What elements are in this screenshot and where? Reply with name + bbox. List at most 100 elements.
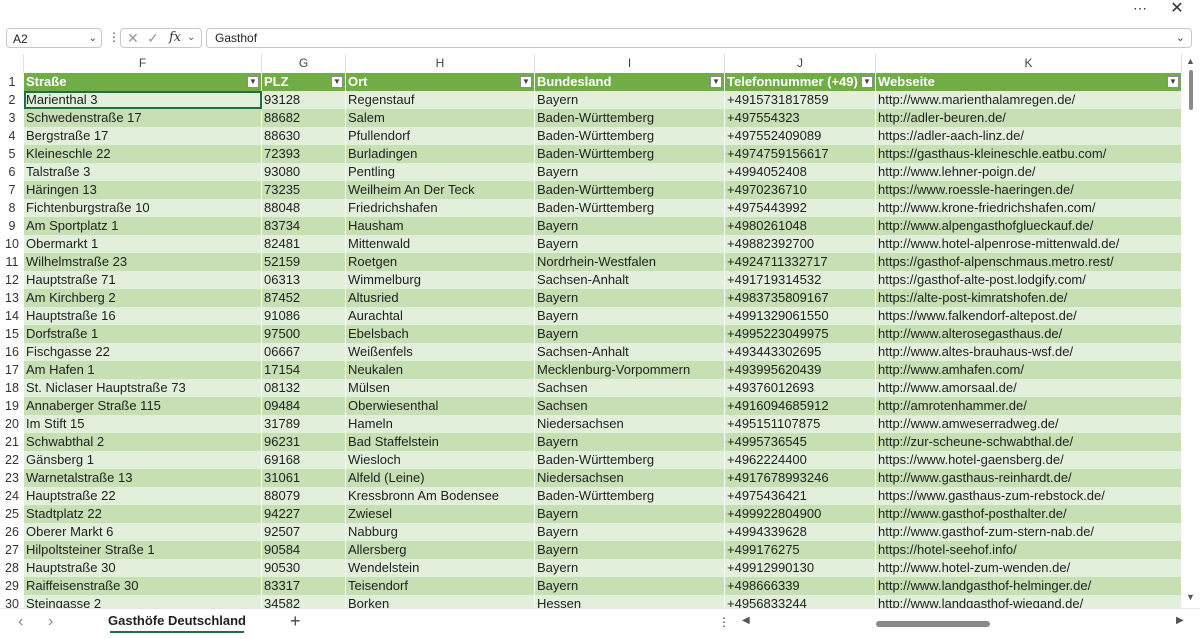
row-number[interactable]: 25 bbox=[0, 505, 24, 523]
table-cell[interactable]: Sachsen bbox=[535, 379, 725, 397]
table-cell[interactable]: Baden-Württemberg bbox=[535, 487, 725, 505]
table-cell[interactable]: Zwiesel bbox=[346, 505, 535, 523]
table-cell[interactable]: +491719314532 bbox=[725, 271, 876, 289]
table-cell[interactable]: https://adler-aach-linz.de/ bbox=[876, 127, 1182, 145]
table-cell[interactable]: Gänsberg 1 bbox=[24, 451, 262, 469]
table-cell[interactable]: Friedrichshafen bbox=[346, 199, 535, 217]
table-cell[interactable]: Oberwiesenthal bbox=[346, 397, 535, 415]
row-number[interactable]: 24 bbox=[0, 487, 24, 505]
table-cell[interactable]: Bayern bbox=[535, 91, 725, 109]
filter-dropdown-icon[interactable]: ▼ bbox=[710, 76, 722, 88]
table-cell[interactable]: Hauptstraße 22 bbox=[24, 487, 262, 505]
row-number[interactable]: 6 bbox=[0, 163, 24, 181]
table-cell[interactable]: Sachsen bbox=[535, 397, 725, 415]
table-cell[interactable]: +4995223049975 bbox=[725, 325, 876, 343]
table-cell[interactable]: http://www.lehner-poign.de/ bbox=[876, 163, 1182, 181]
row-number[interactable]: 4 bbox=[0, 127, 24, 145]
table-cell[interactable]: http://zur-scheune-schwabthal.de/ bbox=[876, 433, 1182, 451]
table-cell[interactable]: Roetgen bbox=[346, 253, 535, 271]
table-cell[interactable]: Am Kirchberg 2 bbox=[24, 289, 262, 307]
table-cell[interactable]: 69168 bbox=[262, 451, 346, 469]
table-cell[interactable]: http://www.amweserradweg.de/ bbox=[876, 415, 1182, 433]
row-number[interactable]: 8 bbox=[0, 199, 24, 217]
row-number[interactable]: 23 bbox=[0, 469, 24, 487]
table-cell[interactable]: https://www.roessle-haeringen.de/ bbox=[876, 181, 1182, 199]
table-cell[interactable]: +4991329061550 bbox=[725, 307, 876, 325]
table-cell[interactable]: +4962224400 bbox=[725, 451, 876, 469]
table-cell[interactable]: Talstraße 3 bbox=[24, 163, 262, 181]
table-cell[interactable]: 17154 bbox=[262, 361, 346, 379]
table-cell[interactable]: 90530 bbox=[262, 559, 346, 577]
table-cell[interactable]: Nabburg bbox=[346, 523, 535, 541]
table-cell[interactable]: Wilhelmstraße 23 bbox=[24, 253, 262, 271]
table-cell[interactable]: http://amrotenhammer.de/ bbox=[876, 397, 1182, 415]
table-cell[interactable]: https://gasthof-alte-post.lodgify.com/ bbox=[876, 271, 1182, 289]
column-header[interactable]: F bbox=[24, 54, 262, 73]
table-cell[interactable]: 82481 bbox=[262, 235, 346, 253]
column-header[interactable]: H bbox=[346, 54, 535, 73]
table-cell[interactable]: +493443302695 bbox=[725, 343, 876, 361]
formula-input[interactable]: Gasthof ⌄ bbox=[206, 28, 1192, 48]
table-cell[interactable]: https://www.hotel-gaensberg.de/ bbox=[876, 451, 1182, 469]
table-cell[interactable]: Weißenfels bbox=[346, 343, 535, 361]
sheet-tab-active[interactable]: Gasthöfe Deutschland bbox=[104, 609, 250, 633]
horizontal-scroll-thumb[interactable] bbox=[876, 621, 990, 627]
column-title-cell[interactable]: Ort ▼ bbox=[346, 73, 535, 91]
table-cell[interactable]: Niedersachsen bbox=[535, 415, 725, 433]
chevron-down-icon[interactable]: ⌄ bbox=[89, 29, 97, 49]
table-cell[interactable]: Weilheim An Der Teck bbox=[346, 181, 535, 199]
table-cell[interactable]: 34582 bbox=[262, 595, 346, 609]
table-cell[interactable]: Nordrhein-Westfalen bbox=[535, 253, 725, 271]
table-cell[interactable]: https://gasthaus-kleineschle.eatbu.com/ bbox=[876, 145, 1182, 163]
table-cell[interactable]: +495151107875 bbox=[725, 415, 876, 433]
chevron-right-icon[interactable]: › bbox=[48, 613, 53, 631]
add-sheet-icon[interactable]: + bbox=[290, 611, 301, 632]
table-cell[interactable]: 08132 bbox=[262, 379, 346, 397]
table-cell[interactable]: Aurachtal bbox=[346, 307, 535, 325]
vertical-scrollbar[interactable]: ▲ ▼ bbox=[1184, 56, 1198, 606]
row-number[interactable]: 28 bbox=[0, 559, 24, 577]
table-cell[interactable]: +497554323 bbox=[725, 109, 876, 127]
table-cell[interactable]: http://www.gasthaus-reinhardt.de/ bbox=[876, 469, 1182, 487]
formula-options-icon[interactable]: ⋮ bbox=[108, 30, 120, 44]
row-number[interactable]: 29 bbox=[0, 577, 24, 595]
table-cell[interactable]: http://www.landgasthof-wiegand.de/ bbox=[876, 595, 1182, 609]
table-cell[interactable]: Borken bbox=[346, 595, 535, 609]
table-cell[interactable]: 06667 bbox=[262, 343, 346, 361]
table-cell[interactable]: Dorfstraße 1 bbox=[24, 325, 262, 343]
vertical-scroll-thumb[interactable] bbox=[1189, 70, 1193, 110]
row-number[interactable]: 26 bbox=[0, 523, 24, 541]
table-cell[interactable]: Altusried bbox=[346, 289, 535, 307]
table-cell[interactable]: https://alte-post-kimratshofen.de/ bbox=[876, 289, 1182, 307]
table-cell[interactable]: +499922804900 bbox=[725, 505, 876, 523]
scroll-down-icon[interactable]: ▼ bbox=[1186, 592, 1195, 602]
table-cell[interactable]: http://www.gasthof-zum-stern-nab.de/ bbox=[876, 523, 1182, 541]
table-cell[interactable]: +4994052408 bbox=[725, 163, 876, 181]
table-cell[interactable]: 31061 bbox=[262, 469, 346, 487]
table-cell[interactable]: http://www.landgasthof-helminger.de/ bbox=[876, 577, 1182, 595]
table-cell[interactable]: https://hotel-seehof.info/ bbox=[876, 541, 1182, 559]
table-cell[interactable]: 83317 bbox=[262, 577, 346, 595]
table-cell[interactable]: Ebelsbach bbox=[346, 325, 535, 343]
table-cell[interactable]: Sachsen-Anhalt bbox=[535, 343, 725, 361]
table-cell[interactable]: Bayern bbox=[535, 577, 725, 595]
table-cell[interactable]: 93080 bbox=[262, 163, 346, 181]
table-cell[interactable]: http://www.alterosegasthaus.de/ bbox=[876, 325, 1182, 343]
table-cell[interactable]: +4924711332717 bbox=[725, 253, 876, 271]
table-cell[interactable]: Schwabthal 2 bbox=[24, 433, 262, 451]
table-cell[interactable]: +497552409089 bbox=[725, 127, 876, 145]
table-cell[interactable]: Schwedenstraße 17 bbox=[24, 109, 262, 127]
table-cell[interactable]: +4975436421 bbox=[725, 487, 876, 505]
table-cell[interactable]: Fichtenburgstraße 10 bbox=[24, 199, 262, 217]
table-cell[interactable]: Pfullendorf bbox=[346, 127, 535, 145]
filter-dropdown-icon[interactable]: ▼ bbox=[247, 76, 259, 88]
column-title-cell[interactable]: Telefonnummer (+49) ▼ bbox=[725, 73, 876, 91]
table-cell[interactable]: Warnetalstraße 13 bbox=[24, 469, 262, 487]
table-cell[interactable]: +4916094685912 bbox=[725, 397, 876, 415]
row-number[interactable]: 21 bbox=[0, 433, 24, 451]
row-number[interactable]: 1 bbox=[0, 73, 24, 91]
table-cell[interactable]: +4975443992 bbox=[725, 199, 876, 217]
column-title-cell[interactable]: Webseite ▼ bbox=[876, 73, 1182, 91]
table-cell[interactable]: +4917678993246 bbox=[725, 469, 876, 487]
table-cell[interactable]: +4915731817859 bbox=[725, 91, 876, 109]
